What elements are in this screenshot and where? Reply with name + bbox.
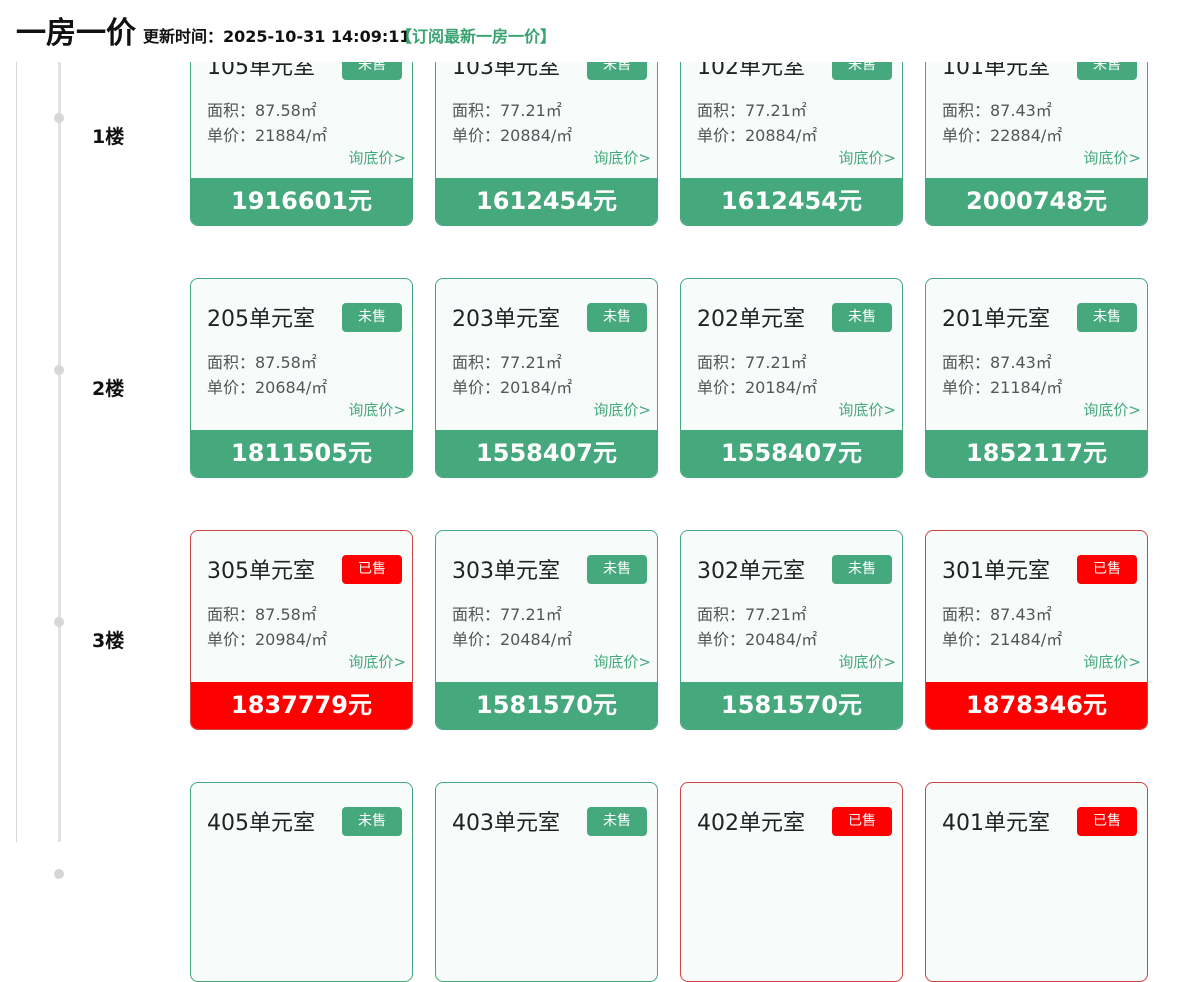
unit-card[interactable]: 203单元室 未售面积：77.21㎡ 单价：20184/㎡询底价> 1558407元 <box>435 278 658 478</box>
unit-card[interactable]: 405单元室 未售 <box>190 782 413 982</box>
unit-name: 301单元室 <box>942 559 1050 584</box>
unit-price: 单价：20184/㎡ <box>452 378 573 397</box>
unit-card[interactable]: 201单元室 未售面积：87.43㎡ 单价：21184/㎡询底价> 1852117元 <box>925 278 1148 478</box>
unit-price: 单价：21884/㎡ <box>207 126 328 145</box>
total-price: 1558407元 <box>436 430 657 477</box>
unit-price: 单价：20484/㎡ <box>697 630 818 649</box>
timeline-dot <box>54 365 64 375</box>
left-border <box>16 62 17 842</box>
unit-area: 面积：77.21㎡ <box>697 101 807 120</box>
page-title: 一房一价 <box>16 16 136 51</box>
unit-area: 面积：87.43㎡ <box>942 605 1052 624</box>
status-badge: 已售 <box>342 555 402 584</box>
status-badge: 已售 <box>1077 555 1137 584</box>
ask-price-link[interactable]: 询底价> <box>838 147 896 168</box>
unit-area: 面积：77.21㎡ <box>452 101 562 120</box>
unit-area: 面积：87.58㎡ <box>207 353 317 372</box>
unit-card[interactable]: 303单元室 未售面积：77.21㎡ 单价：20484/㎡询底价> 1581570元 <box>435 530 658 730</box>
total-price: 1581570元 <box>436 682 657 729</box>
timeline-line <box>58 62 61 842</box>
status-badge: 未售 <box>1077 303 1137 332</box>
unit-name: 402单元室 <box>697 811 805 836</box>
total-price: 1837779元 <box>191 682 412 729</box>
status-badge: 已售 <box>832 807 892 836</box>
unit-area: 面积：87.43㎡ <box>942 101 1052 120</box>
unit-card[interactable]: 202单元室 未售面积：77.21㎡ 单价：20184/㎡询底价> 1558407元 <box>680 278 903 478</box>
unit-card[interactable]: 403单元室 未售 <box>435 782 658 982</box>
ask-price-link[interactable]: 询底价> <box>1083 399 1141 420</box>
unit-name: 405单元室 <box>207 811 315 836</box>
timeline-dot <box>54 113 64 123</box>
unit-card[interactable]: 205单元室 未售面积：87.58㎡ 单价：20684/㎡询底价> 1811505元 <box>190 278 413 478</box>
unit-price: 单价：21484/㎡ <box>942 630 1063 649</box>
ask-price-link[interactable]: 询底价> <box>593 147 651 168</box>
unit-card[interactable]: 301单元室 已售面积：87.43㎡ 单价：21484/㎡询底价> 1878346元 <box>925 530 1148 730</box>
total-price: 1916601元 <box>191 178 412 225</box>
ask-price-link[interactable]: 询底价> <box>348 651 406 672</box>
unit-area: 面积：87.58㎡ <box>207 101 317 120</box>
status-badge: 未售 <box>342 303 402 332</box>
unit-price: 单价：22884/㎡ <box>942 126 1063 145</box>
unit-name: 203单元室 <box>452 307 560 332</box>
unit-name: 305单元室 <box>207 559 315 584</box>
unit-area: 面积：77.21㎡ <box>697 353 807 372</box>
unit-name: 202单元室 <box>697 307 805 332</box>
total-price: 1612454元 <box>681 178 902 225</box>
page-header: 一房一价 更新时间：2025-10-31 14:09:11 【订阅最新一房一价】 <box>0 0 1201 62</box>
status-badge: 未售 <box>832 555 892 584</box>
unit-name: 303单元室 <box>452 559 560 584</box>
status-badge: 未售 <box>342 807 402 836</box>
update-time: 更新时间：2025-10-31 14:09:11 <box>143 27 411 46</box>
total-price: 2000748元 <box>926 178 1147 225</box>
ask-price-link[interactable]: 询底价> <box>348 147 406 168</box>
timeline-dot <box>54 617 64 627</box>
status-badge: 未售 <box>587 807 647 836</box>
ask-price-link[interactable]: 询底价> <box>1083 147 1141 168</box>
floor-label: 2楼 <box>92 378 125 400</box>
unit-price: 单价：20484/㎡ <box>452 630 573 649</box>
status-badge: 未售 <box>587 555 647 584</box>
unit-price: 单价：20984/㎡ <box>207 630 328 649</box>
floor-label: 3楼 <box>92 630 125 652</box>
unit-name: 205单元室 <box>207 307 315 332</box>
unit-price: 单价：20884/㎡ <box>452 126 573 145</box>
status-badge: 未售 <box>587 303 647 332</box>
ask-price-link[interactable]: 询底价> <box>838 399 896 420</box>
unit-name: 401单元室 <box>942 811 1050 836</box>
ask-price-link[interactable]: 询底价> <box>593 651 651 672</box>
ask-price-link[interactable]: 询底价> <box>593 399 651 420</box>
unit-area: 面积：77.21㎡ <box>452 605 562 624</box>
unit-price: 单价：20684/㎡ <box>207 378 328 397</box>
ask-price-link[interactable]: 询底价> <box>838 651 896 672</box>
total-price: 1558407元 <box>681 430 902 477</box>
unit-card[interactable]: 302单元室 未售面积：77.21㎡ 单价：20484/㎡询底价> 1581570元 <box>680 530 903 730</box>
unit-name: 403单元室 <box>452 811 560 836</box>
status-badge: 未售 <box>832 303 892 332</box>
floor-label: 1楼 <box>92 126 125 148</box>
unit-price: 单价：20884/㎡ <box>697 126 818 145</box>
timeline-dot <box>54 869 64 879</box>
status-badge: 已售 <box>1077 807 1137 836</box>
subscribe-link[interactable]: 【订阅最新一房一价】 <box>396 23 556 47</box>
total-price: 1581570元 <box>681 682 902 729</box>
total-price: 1878346元 <box>926 682 1147 729</box>
unit-area: 面积：77.21㎡ <box>452 353 562 372</box>
total-price: 1612454元 <box>436 178 657 225</box>
total-price: 1852117元 <box>926 430 1147 477</box>
unit-price: 单价：20184/㎡ <box>697 378 818 397</box>
unit-price: 单价：21184/㎡ <box>942 378 1063 397</box>
unit-area: 面积：87.43㎡ <box>942 353 1052 372</box>
ask-price-link[interactable]: 询底价> <box>1083 651 1141 672</box>
unit-area: 面积：77.21㎡ <box>697 605 807 624</box>
ask-price-link[interactable]: 询底价> <box>348 399 406 420</box>
unit-name: 302单元室 <box>697 559 805 584</box>
total-price: 1811505元 <box>191 430 412 477</box>
unit-area: 面积：87.58㎡ <box>207 605 317 624</box>
unit-card[interactable]: 305单元室 已售面积：87.58㎡ 单价：20984/㎡询底价> 1837779元 <box>190 530 413 730</box>
unit-name: 201单元室 <box>942 307 1050 332</box>
floor-list: 1楼 105单元室 未售 面积：87.58㎡ 单价：21884/㎡ 询底价> 1916601… <box>0 0 1201 982</box>
unit-card[interactable]: 402单元室 已售 <box>680 782 903 982</box>
unit-card[interactable]: 401单元室 已售 <box>925 782 1148 982</box>
